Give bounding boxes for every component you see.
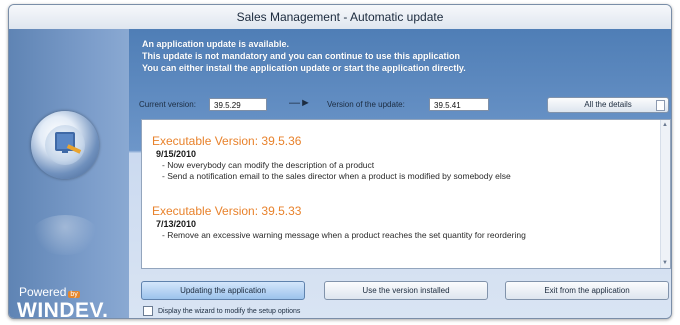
release-title: Executable Version: 39.5.36 — [152, 134, 302, 148]
all-details-label: All the details — [584, 100, 632, 109]
update-version-field[interactable]: 39.5.41 — [429, 98, 489, 111]
by-badge: by — [68, 291, 80, 298]
info-line-2: This update is not mandatory and you can… — [142, 51, 461, 61]
release-item: - Now everybody can modify the descripti… — [162, 160, 375, 170]
logo-inner-disc — [45, 125, 85, 165]
release-notes-panel[interactable]: Executable Version: 39.5.36 9/15/2010 - … — [141, 119, 671, 269]
powered-by-label: Powered by — [19, 285, 80, 299]
computer-stand — [62, 149, 68, 153]
update-info: An application update is available. This… — [142, 38, 466, 74]
update-dialog: Sales Management - Automatic update Powe… — [8, 4, 672, 319]
sidebar-branding: Powered by WINDEV. — [9, 29, 129, 318]
release-date: 9/15/2010 — [156, 149, 197, 159]
wizard-option[interactable]: Display the wizard to modify the setup o… — [143, 306, 300, 316]
scroll-down-icon[interactable]: ▼ — [662, 260, 668, 266]
title-bar[interactable]: Sales Management - Automatic update — [9, 5, 671, 30]
version-row: Current version: 39.5.29 —► Version of t… — [139, 96, 669, 114]
document-icon — [656, 100, 665, 111]
release-entry: Executable Version: 39.5.33 7/13/2010 - … — [152, 204, 652, 241]
wizard-checkbox-label: Display the wizard to modify the setup o… — [158, 307, 301, 315]
current-version-field[interactable]: 39.5.29 — [209, 98, 267, 111]
release-item: - Send a notification email to the sales… — [162, 171, 511, 181]
update-application-button[interactable]: Updating the application — [141, 281, 305, 300]
exit-application-button[interactable]: Exit from the application — [505, 281, 669, 300]
release-item: - Remove an excessive warning message wh… — [162, 230, 526, 240]
windev-logo: WINDEV. — [17, 299, 109, 319]
use-installed-version-button[interactable]: Use the version installed — [324, 281, 488, 300]
all-details-button[interactable]: All the details — [547, 97, 669, 113]
wizard-checkbox[interactable] — [143, 306, 153, 316]
powered-text: Powered — [19, 285, 67, 299]
scroll-up-icon[interactable]: ▲ — [662, 122, 668, 128]
main-content: An application update is available. This… — [129, 29, 671, 318]
notes-scrollbar[interactable]: ▲ ▼ — [660, 120, 670, 268]
current-version-label: Current version: — [139, 100, 196, 109]
release-title: Executable Version: 39.5.33 — [152, 204, 302, 218]
arrow-right-icon: —► — [289, 97, 311, 109]
release-entry: Executable Version: 39.5.36 9/15/2010 - … — [152, 134, 652, 182]
info-line-1: An application update is available. — [142, 39, 290, 49]
update-version-label: Version of the update: — [327, 100, 405, 109]
release-date: 7/13/2010 — [156, 219, 197, 229]
update-logo-icon — [31, 111, 99, 179]
info-line-3: You can either install the application u… — [142, 63, 466, 73]
window-title: Sales Management - Automatic update — [236, 10, 444, 24]
logo-reflection — [31, 215, 99, 255]
